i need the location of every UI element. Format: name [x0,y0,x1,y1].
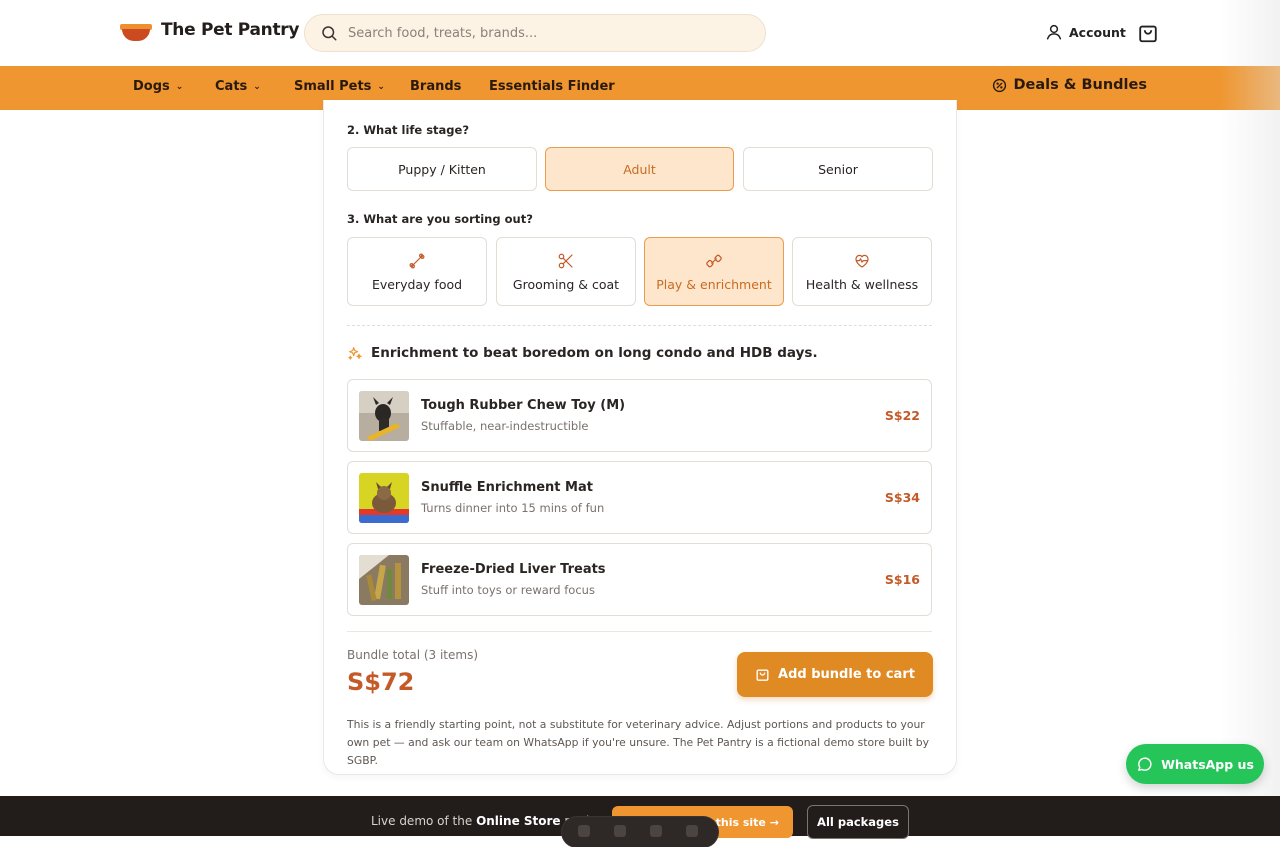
topic-option-play-enrichment[interactable]: Play & enrichment [644,237,784,306]
topic-question: 3. What are you sorting out? [347,212,533,226]
disclaimer-text: This is a friendly starting point, not a… [347,718,930,767]
whatsapp-icon [1138,756,1152,771]
food-bowl-icon [120,24,152,42]
topic-label: Health & wellness [805,276,919,292]
product-name: Snuffle Enrichment Mat [421,480,593,495]
add-bundle-to-cart-button[interactable]: Add bundle to cart [737,652,933,697]
topic-label: Grooming & coat [512,276,620,292]
brand-name: The Pet Pantry [161,20,300,40]
heart-pulse-icon [855,254,869,268]
chevron-down-icon: ⌄ [175,81,184,92]
product-description: Stuff into toys or reward focus [421,583,595,597]
product-row[interactable]: Snuffle Enrichment Mat Turns dinner into… [347,461,932,534]
bone-icon [409,253,425,269]
brand-logo[interactable]: The Pet Pantry [120,18,299,42]
site-header: The Pet Pantry Account [0,0,1280,66]
nav-item-cats[interactable]: Cats ⌄ [215,79,261,94]
cart-button[interactable] [1137,22,1159,44]
nav-item-essentials-finder[interactable]: Essentials Finder [489,79,615,94]
nav-item-dogs[interactable]: Dogs ⌄ [133,79,183,94]
chevron-down-icon: ⌄ [253,81,261,92]
toolbar-icon[interactable] [578,825,590,837]
product-row[interactable]: Freeze-Dried Liver Treats Stuff into toy… [347,543,932,616]
recommendation-headline: Enrichment to beat boredom on long condo… [347,345,818,361]
product-name: Freeze-Dried Liver Treats [421,562,606,577]
sparkles-icon [348,347,362,360]
topic-label: Play & enrichment [656,276,772,292]
chevron-down-icon: ⌄ [377,81,385,92]
section-divider [347,325,932,326]
bundle-total-label: Bundle total (3 items) [347,648,479,662]
product-price: S$34 [884,490,920,505]
search-bar[interactable] [304,14,766,52]
topic-option-everyday-food[interactable]: Everyday food [347,237,487,306]
nav-item-brands[interactable]: Brands [410,79,461,94]
product-price: S$22 [884,408,920,423]
life-stage-question: 2. What life stage? [347,123,470,137]
toolbar-icon[interactable] [614,825,626,837]
user-icon [1046,24,1062,40]
product-name: Tough Rubber Chew Toy (M) [421,398,626,413]
search-input[interactable] [348,25,728,41]
nav-item-small-pets[interactable]: Small Pets ⌄ [294,79,385,94]
topic-option-health-wellness[interactable]: Health & wellness [792,237,932,306]
bundle-divider [347,631,932,632]
product-description: Stuffable, near-indestructible [421,419,589,433]
whatsapp-button[interactable]: WhatsApp us [1126,744,1264,784]
account-label: Account [1069,24,1126,40]
floating-toolbar[interactable] [562,817,718,847]
product-image [359,473,409,523]
product-image [359,391,409,441]
life-stage-option-adult[interactable]: Adult [545,147,734,191]
shopping-bag-icon [1139,25,1157,43]
topic-label: Everyday food [371,276,463,292]
toolbar-icon[interactable] [650,825,662,837]
toolbar-icon[interactable] [686,825,698,837]
product-price: S$16 [884,572,920,587]
shopping-bag-icon [756,669,769,681]
discount-badge-icon [993,78,1007,92]
scissors-icon [558,253,573,268]
dog-toy-icon [706,254,722,267]
deals-bundles-link[interactable]: Deals & Bundles [992,77,1147,93]
all-packages-button[interactable]: All packages [807,805,909,839]
life-stage-option-puppy-kitten[interactable]: Puppy / Kitten [347,147,537,191]
page-edge-shadow [1220,0,1280,796]
account-link[interactable]: Account [1045,23,1126,41]
product-description: Turns dinner into 15 mins of fun [421,501,605,515]
life-stage-option-senior[interactable]: Senior [743,147,933,191]
product-row[interactable]: Tough Rubber Chew Toy (M) Stuffable, nea… [347,379,932,452]
bundle-total-price: S$72 [347,668,415,696]
product-image [359,555,409,605]
search-icon [322,26,337,41]
topic-option-grooming-coat[interactable]: Grooming & coat [496,237,636,306]
